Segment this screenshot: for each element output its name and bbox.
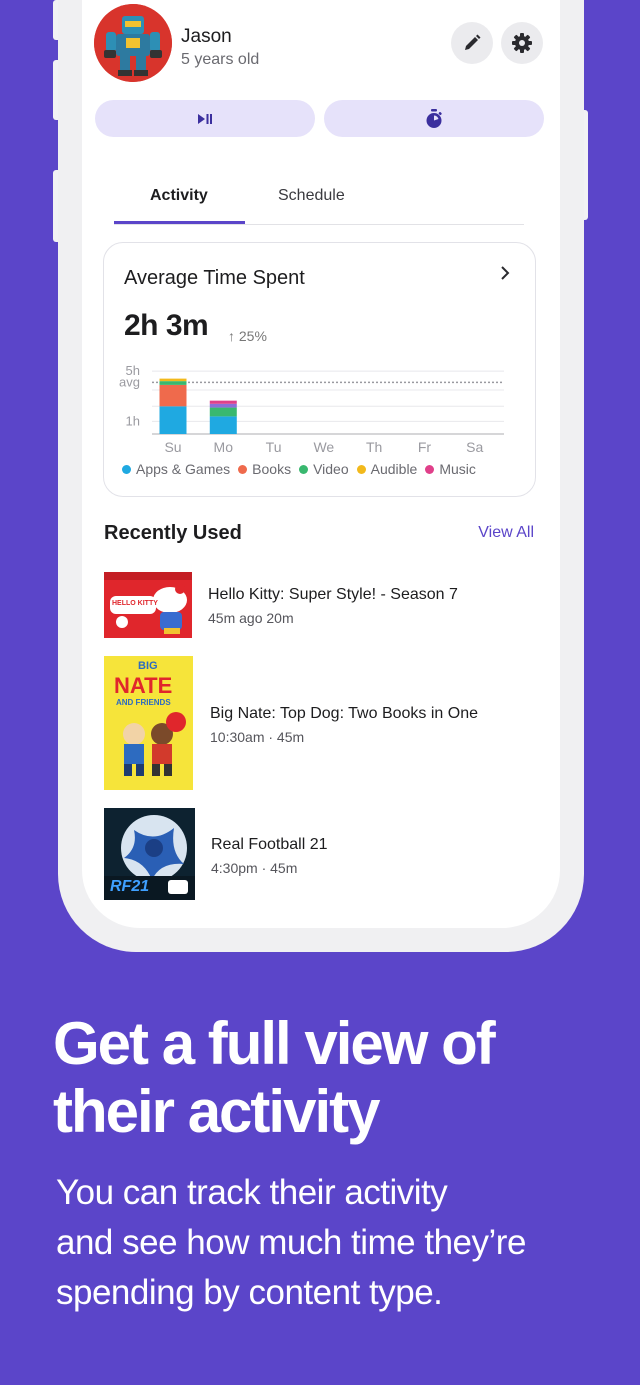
bar-segment [159, 378, 187, 382]
phone-screen: Jason 5 years old Activity Schedule Aver… [82, 0, 560, 928]
profile-age: 5 years old [181, 51, 260, 68]
item-meta: 45m ago 20m [208, 610, 294, 626]
list-item[interactable]: HELLO KITTY Hello Kitty: Super Style! - … [104, 572, 534, 638]
promo-headline: Get a full view of their activity [53, 1010, 613, 1146]
x-tick-label: Th [366, 439, 382, 455]
play-pause-icon [198, 113, 212, 124]
stopwatch-icon [426, 108, 442, 128]
x-tick-label: Su [164, 439, 181, 455]
legend-item-books: Books [238, 461, 291, 477]
hello-kitty-thumbnail: HELLO KITTY [104, 572, 192, 638]
x-tick-label: We [313, 439, 334, 455]
edit-profile-button[interactable] [451, 22, 493, 64]
x-tick-label: Fr [418, 439, 432, 455]
big-nate-top-text: BIG [138, 660, 158, 672]
hello-kitty-logo-text: HELLO KITTY [112, 600, 158, 607]
tab-divider [114, 224, 524, 225]
real-football-thumbnail: RF21 [104, 808, 195, 900]
bar-segment [159, 406, 187, 434]
item-title: Real Football 21 [211, 836, 328, 853]
bar-segment [159, 384, 187, 407]
y-tick-label: 1h [126, 413, 140, 428]
tab-activity[interactable]: Activity [150, 187, 208, 205]
profile-name: Jason [181, 26, 232, 47]
gear-icon [512, 33, 532, 53]
big-nate-title-text: NATE [114, 673, 173, 698]
big-nate-thumbnail: BIG NATE AND FRIENDS [104, 656, 193, 790]
average-time-card[interactable]: Average Time Spent 2h 3m ↑ 25% 5h avg 1h Su… [103, 242, 536, 497]
pause-resume-button[interactable] [95, 100, 315, 137]
list-item[interactable]: BIG NATE AND FRIENDS Big Nate: Top Dog: … [104, 656, 534, 790]
bar-segment [159, 381, 187, 385]
promo-subtext: You can track their activity and see how… [56, 1168, 626, 1318]
avatar[interactable] [94, 4, 172, 82]
bar-segment [209, 407, 237, 417]
tab-schedule[interactable]: Schedule [278, 187, 345, 205]
bar-segment [209, 400, 237, 404]
promo-headline-line-2: their activity [53, 1078, 380, 1145]
usage-bar-chart: 5havg1hSu Mo Tu We Th Fr Sa [119, 363, 504, 455]
item-title: Big Nate: Top Dog: Two Books in One [210, 705, 479, 722]
pencil-icon [465, 34, 481, 50]
promo-headline-line-1: Get a full view of [53, 1010, 496, 1077]
timer-button[interactable] [324, 100, 544, 137]
y-tick-label: avg [119, 374, 140, 389]
robot-avatar-icon [94, 4, 172, 82]
legend-item-video: Video [299, 461, 349, 477]
legend-item-audible: Audible [356, 461, 417, 477]
item-meta: 10:30am · 45m [210, 729, 305, 745]
promo-subtext-line-1: You can track their activity [56, 1173, 448, 1212]
x-tick-label: Sa [466, 439, 483, 455]
bar-segment [209, 416, 237, 434]
recently-used-title: Recently Used [104, 522, 242, 544]
legend-item-music: Music [425, 461, 476, 477]
bar-segment [209, 403, 237, 408]
x-tick-label: Mo [214, 439, 234, 455]
settings-button[interactable] [501, 22, 543, 64]
tab-active-indicator [114, 221, 245, 224]
chart-legend: Apps & Games Books Video Audible Music [122, 461, 484, 477]
item-title: Hello Kitty: Super Style! - Season 7 [208, 586, 458, 603]
view-all-link[interactable]: View All [478, 524, 534, 542]
list-item[interactable]: RF21 Real Football 21 4:30pm · 45m [104, 808, 534, 900]
item-meta: 4:30pm · 45m [211, 860, 298, 876]
promo-subtext-line-2: and see how much time they’re [56, 1223, 526, 1262]
legend-item-apps: Apps & Games [122, 461, 230, 477]
big-nate-sub-text: AND FRIENDS [116, 698, 171, 707]
rf21-logo-text: RF21 [110, 878, 150, 895]
promo-subtext-line-3: spending by content type. [56, 1273, 443, 1312]
x-tick-label: Tu [266, 439, 282, 455]
